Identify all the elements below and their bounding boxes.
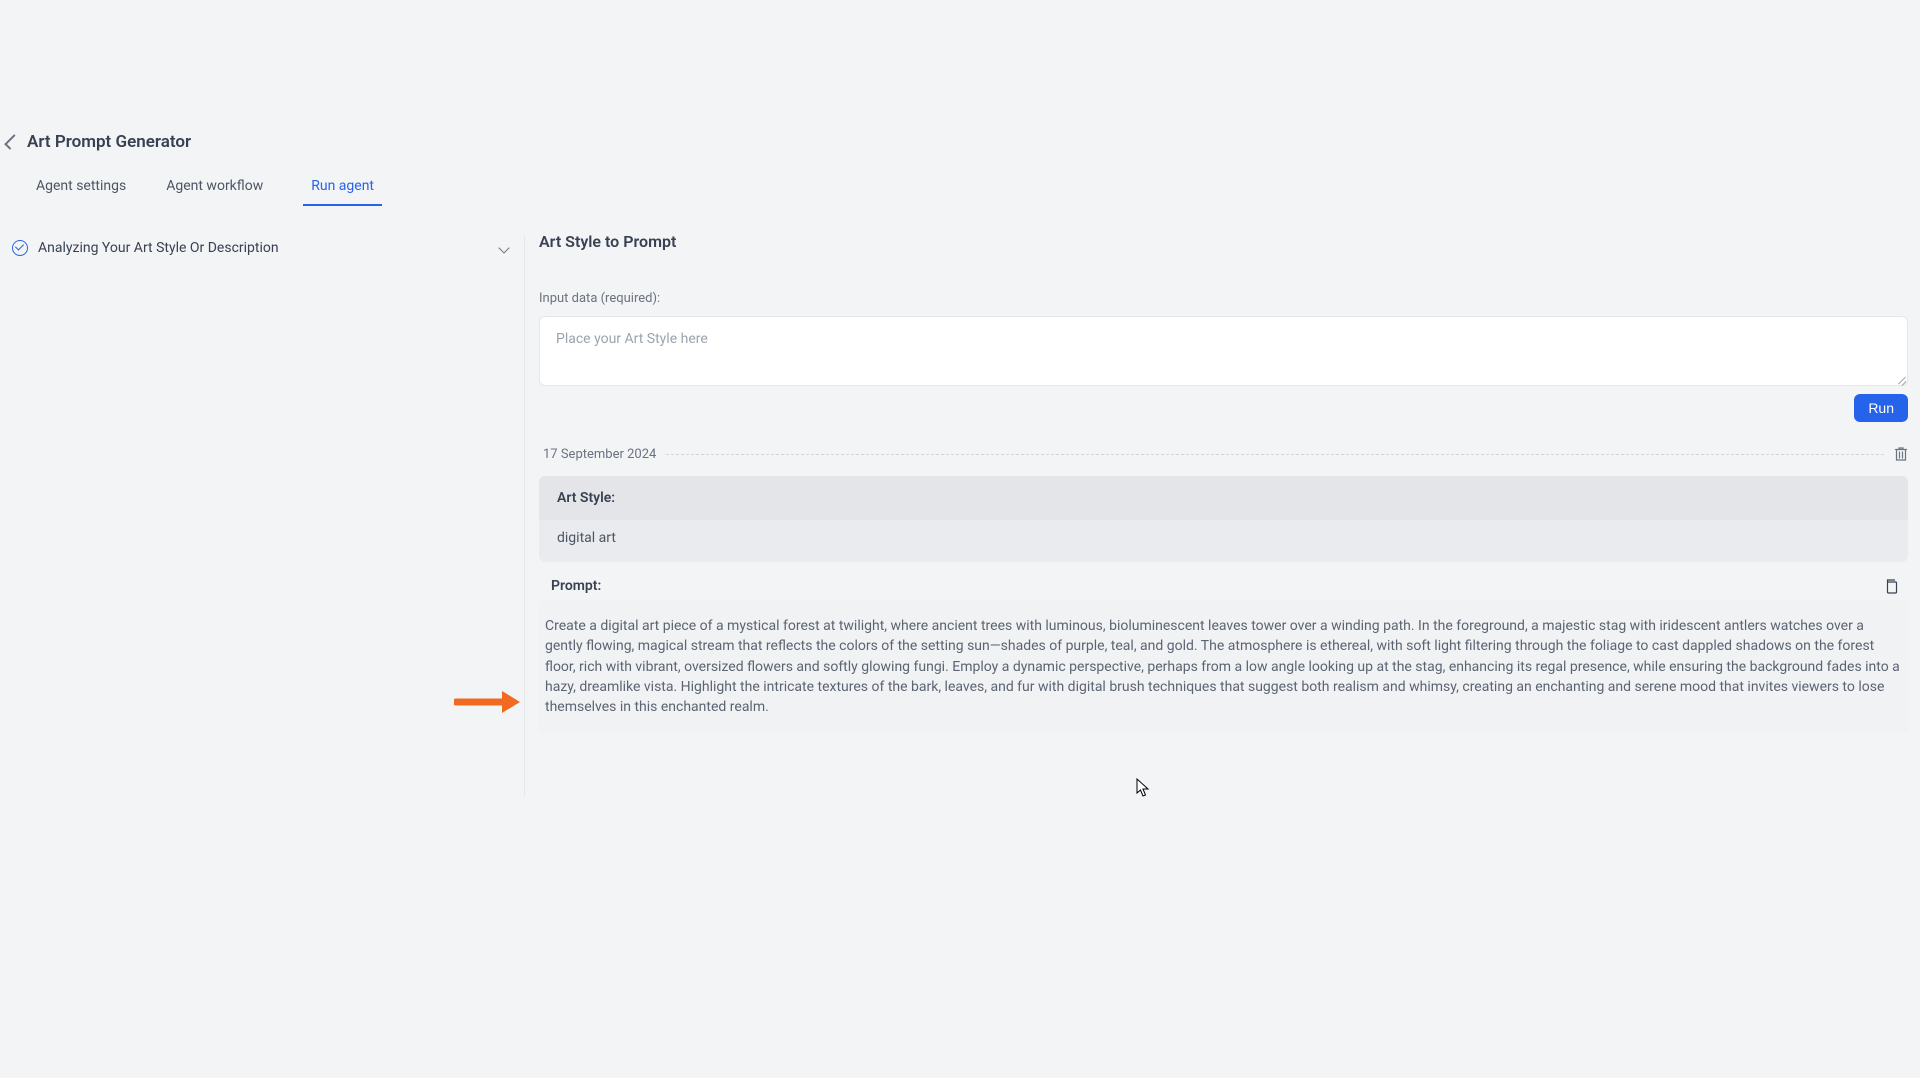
- prompt-label: Prompt:: [551, 578, 601, 594]
- tab-agent-settings[interactable]: Agent settings: [36, 178, 126, 206]
- workflow-step[interactable]: Analyzing Your Art Style Or Description: [12, 236, 514, 260]
- page-title: Art Prompt Generator: [27, 132, 191, 152]
- back-chevron-icon[interactable]: [4, 134, 20, 150]
- tabs: Agent settings Agent workflow Run agent: [0, 152, 1920, 206]
- trash-icon[interactable]: [1894, 446, 1908, 462]
- art-style-value: digital art: [539, 520, 1908, 562]
- art-style-label: Art Style:: [539, 476, 1908, 520]
- input-placeholder: Place your Art Style here: [556, 331, 708, 347]
- art-style-input[interactable]: Place your Art Style here: [539, 316, 1908, 386]
- prompt-output: Create a digital art piece of a mystical…: [539, 600, 1908, 733]
- tab-agent-workflow[interactable]: Agent workflow: [166, 178, 263, 206]
- copy-icon[interactable]: [1884, 578, 1898, 594]
- chevron-down-icon[interactable]: [498, 242, 509, 253]
- run-button[interactable]: Run: [1854, 394, 1908, 422]
- check-circle-icon: [12, 240, 28, 256]
- divider-line: [666, 454, 1884, 455]
- run-date: 17 September 2024: [539, 447, 656, 462]
- art-style-card: Art Style: digital art: [539, 476, 1908, 562]
- section-title: Art Style to Prompt: [539, 232, 1908, 251]
- input-label: Input data (required):: [539, 291, 1908, 306]
- resize-handle-icon[interactable]: [1896, 374, 1908, 386]
- tab-run-agent[interactable]: Run agent: [303, 178, 382, 206]
- workflow-step-label: Analyzing Your Art Style Or Description: [38, 240, 279, 256]
